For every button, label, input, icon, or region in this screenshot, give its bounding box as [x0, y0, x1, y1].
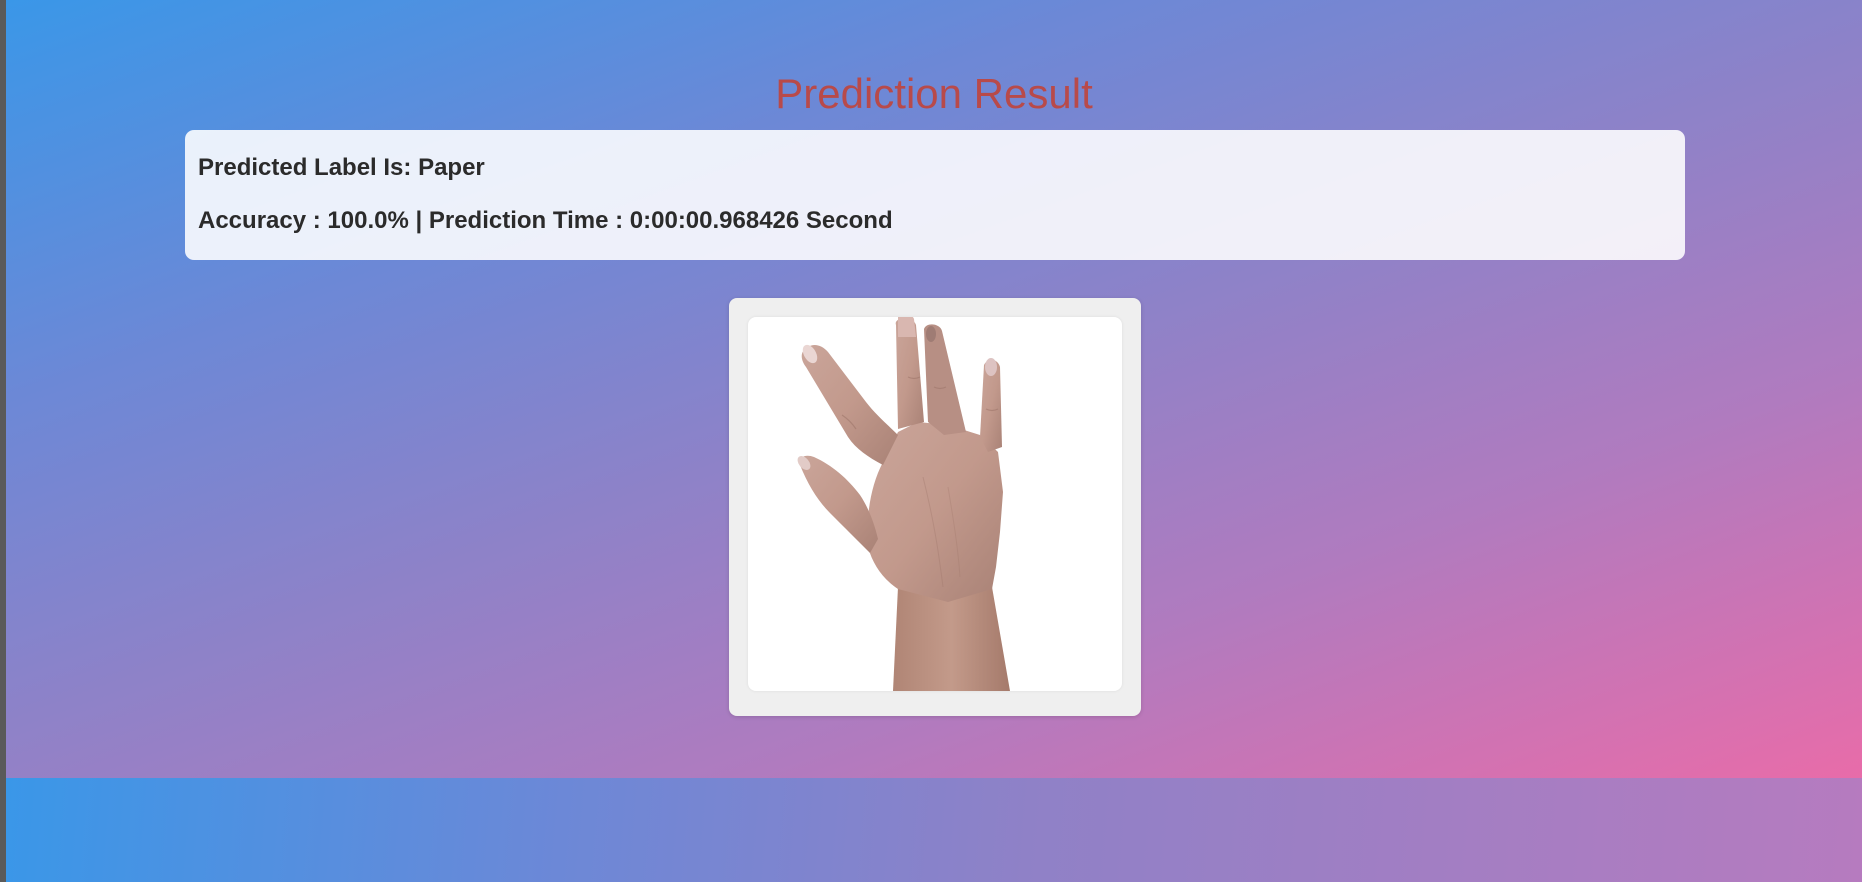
- footer-bar: [6, 778, 1862, 882]
- browser-viewport: Prediction Result Predicted Label Is: Pa…: [6, 0, 1862, 882]
- open-hand-image: [797, 317, 1010, 691]
- prediction-result-card: Predicted Label Is: Paper Accuracy : 100…: [185, 130, 1685, 260]
- predicted-label-text: Predicted Label Is: Paper: [198, 154, 485, 181]
- accuracy-time-text: Accuracy : 100.0% | Prediction Time : 0:…: [198, 207, 893, 234]
- uploaded-image: [748, 317, 1122, 691]
- main-content-area: Prediction Result Predicted Label Is: Pa…: [6, 0, 1862, 778]
- image-frame: [729, 298, 1141, 716]
- page-title: Prediction Result: [775, 70, 1093, 117]
